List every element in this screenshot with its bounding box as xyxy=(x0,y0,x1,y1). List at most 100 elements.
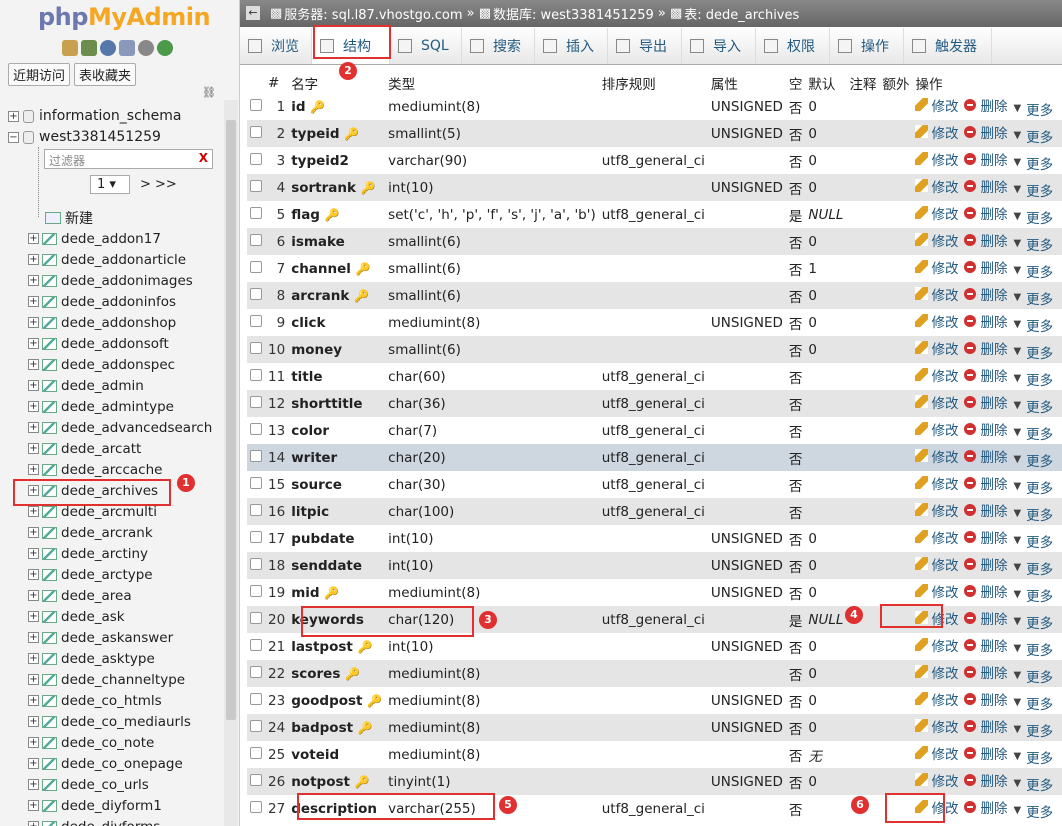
table-row[interactable]: 25 voteid mediumint(8) 否无 修改 删除 ▼ 更多 xyxy=(247,741,1062,768)
expand-icon[interactable]: + xyxy=(28,548,39,559)
table-row[interactable]: 15 source char(30) utf8_general_ci 否 修改 删除 ▼ 更多 xyxy=(247,471,1062,498)
more-dropdown[interactable]: ▼ 更多 xyxy=(1013,207,1053,227)
drop-button[interactable]: 删除 xyxy=(964,122,1007,142)
field-name[interactable]: id xyxy=(291,99,305,115)
edit-button[interactable]: 修改 xyxy=(915,554,958,574)
sidebar-table-item[interactable]: + dede_addonsoft xyxy=(28,333,169,354)
table-icon[interactable] xyxy=(42,757,57,770)
field-name[interactable]: typeid2 xyxy=(291,153,349,169)
row-checkbox[interactable] xyxy=(250,287,262,300)
expand-icon[interactable]: + xyxy=(28,800,39,811)
edit-button[interactable]: 修改 xyxy=(915,527,958,547)
drop-button[interactable]: 删除 xyxy=(964,419,1007,439)
sidebar-table-item[interactable]: + dede_arctiny xyxy=(28,543,148,564)
table-row[interactable]: 12 shorttitle char(36) utf8_general_ci 否 修改 删除… xyxy=(247,390,1062,417)
edit-button[interactable]: 修改 xyxy=(915,149,958,169)
new-table-link[interactable]: 新建 xyxy=(45,208,93,228)
header-action[interactable]: 操作 xyxy=(912,73,1062,93)
more-dropdown[interactable]: ▼ 更多 xyxy=(1013,126,1053,146)
more-dropdown[interactable]: ▼ 更多 xyxy=(1013,342,1053,362)
sidebar-table-item[interactable]: + dede_addoninfos xyxy=(28,291,176,312)
header-collation[interactable]: 排序规则 xyxy=(599,73,708,93)
scrollbar-thumb[interactable] xyxy=(226,120,236,720)
table-row[interactable]: 6 ismake smallint(6) 否 0 修改 删除 ▼ 更多 xyxy=(247,228,1062,255)
more-dropdown[interactable]: ▼ 更多 xyxy=(1013,423,1053,443)
expand-icon[interactable]: + xyxy=(28,695,39,706)
row-checkbox[interactable] xyxy=(250,125,262,138)
expand-icon[interactable]: + xyxy=(28,254,39,265)
edit-button[interactable]: 修改 xyxy=(915,716,958,736)
more-dropdown[interactable]: ▼ 更多 xyxy=(1013,315,1053,335)
table-icon[interactable] xyxy=(42,694,57,707)
field-name[interactable]: color xyxy=(291,423,329,439)
settings-icon[interactable] xyxy=(138,40,154,56)
expand-icon[interactable]: + xyxy=(28,422,39,433)
table-icon[interactable] xyxy=(42,736,57,749)
breadcrumb-table[interactable]: 表: dede_archives xyxy=(684,4,799,23)
row-checkbox[interactable] xyxy=(250,368,262,381)
expand-icon[interactable]: + xyxy=(28,275,39,286)
table-icon[interactable] xyxy=(42,358,57,371)
drop-button[interactable]: 删除 xyxy=(964,365,1007,385)
clear-filter-icon[interactable]: X xyxy=(199,151,208,165)
row-checkbox[interactable] xyxy=(250,179,262,192)
table-icon[interactable] xyxy=(42,295,57,308)
table-row[interactable]: 3 typeid2 varchar(90) utf8_general_ci 否 0 修改 删除… xyxy=(247,147,1062,174)
field-name[interactable]: writer xyxy=(291,450,337,466)
table-icon[interactable] xyxy=(42,253,57,266)
table-icon[interactable] xyxy=(42,337,57,350)
edit-button[interactable]: 修改 xyxy=(915,365,958,385)
sidebar-table-item[interactable]: + dede_arccache xyxy=(28,459,162,480)
expand-icon[interactable]: + xyxy=(28,359,39,370)
more-dropdown[interactable]: ▼ 更多 xyxy=(1013,585,1053,605)
drop-button[interactable]: 删除 xyxy=(964,527,1007,547)
field-name[interactable]: senddate xyxy=(291,558,362,574)
reload-icon[interactable] xyxy=(157,40,173,56)
header-attributes[interactable]: 属性 xyxy=(708,73,786,93)
drop-button[interactable]: 删除 xyxy=(964,770,1007,790)
edit-button[interactable]: 修改 xyxy=(915,446,958,466)
table-row[interactable]: 9 click mediumint(8) UNSIGNED 否 0 修改 删除 ▼ 更多 xyxy=(247,309,1062,336)
more-dropdown[interactable]: ▼ 更多 xyxy=(1013,612,1053,632)
field-name[interactable]: lastpost xyxy=(291,639,353,655)
drop-button[interactable]: 删除 xyxy=(964,149,1007,169)
table-icon[interactable] xyxy=(42,547,57,560)
header-name[interactable]: 名字 xyxy=(288,73,385,93)
table-icon[interactable] xyxy=(42,589,57,602)
table-row[interactable]: 11 title char(60) utf8_general_ci 否 修改 删除 ▼ 更多 xyxy=(247,363,1062,390)
sidebar-table-item[interactable]: + dede_addonarticle xyxy=(28,249,186,270)
sidebar-table-item[interactable]: +dede_diyforms xyxy=(28,816,160,826)
row-checkbox[interactable] xyxy=(250,719,262,732)
expand-icon[interactable]: + xyxy=(28,317,39,328)
drop-button[interactable]: 删除 xyxy=(964,257,1007,277)
sidebar-table-item[interactable]: + dede_addonimages xyxy=(28,270,193,291)
field-name[interactable]: goodpost xyxy=(291,693,362,709)
exit-icon[interactable] xyxy=(81,40,97,56)
drop-button[interactable]: 删除 xyxy=(964,392,1007,412)
expand-icon[interactable]: + xyxy=(28,296,39,307)
table-row[interactable]: 7 channel 🔑 smallint(6) 否 1 修改 删除 ▼ 更多 xyxy=(247,255,1062,282)
table-icon[interactable] xyxy=(42,820,57,826)
more-dropdown[interactable]: ▼ 更多 xyxy=(1013,720,1053,740)
row-checkbox[interactable] xyxy=(250,449,262,462)
expand-icon[interactable]: + xyxy=(28,527,39,538)
more-dropdown[interactable]: ▼ 更多 xyxy=(1013,693,1053,713)
row-checkbox[interactable] xyxy=(250,314,262,327)
header-null[interactable]: 空 xyxy=(786,73,806,93)
expand-icon[interactable]: + xyxy=(28,674,39,685)
table-row[interactable]: 24 badpost 🔑 mediumint(8) UNSIGNED 否 0 修改 删除 ▼ 更多 xyxy=(247,714,1062,741)
expand-icon[interactable]: + xyxy=(28,779,39,790)
table-row[interactable]: 1 id 🔑 mediumint(8) UNSIGNED 否 0 修改 删除 ▼ 更多 xyxy=(247,93,1062,120)
drop-button[interactable]: 删除 xyxy=(964,716,1007,736)
favorites-tab[interactable]: 表收藏夹 xyxy=(74,63,137,86)
edit-button[interactable]: 修改 xyxy=(915,392,958,412)
edit-button[interactable]: 修改 xyxy=(915,662,958,682)
sidebar-table-item[interactable]: + dede_area xyxy=(28,585,132,606)
row-checkbox[interactable] xyxy=(250,152,262,165)
table-row[interactable]: 13 color char(7) utf8_general_ci 否 修改 删除 ▼ 更多 xyxy=(247,417,1062,444)
expand-icon[interactable]: + xyxy=(28,653,39,664)
table-icon[interactable] xyxy=(42,400,57,413)
table-row[interactable]: 17 pubdate int(10) UNSIGNED 否 0 修改 删除 ▼ 更多 xyxy=(247,525,1062,552)
sidebar-table-item[interactable]: + dede_co_note xyxy=(28,732,154,753)
table-icon[interactable] xyxy=(42,274,57,287)
